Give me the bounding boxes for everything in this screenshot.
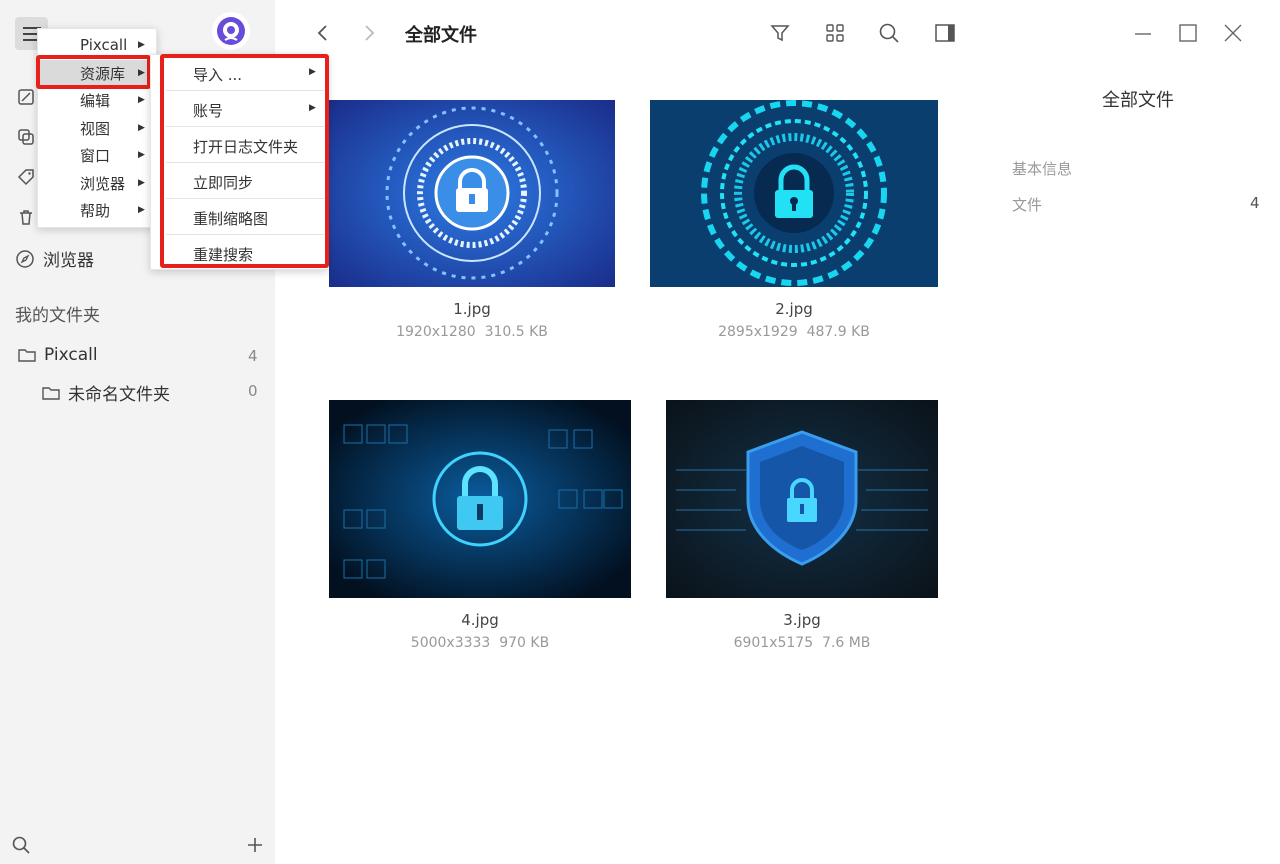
- basic-info-heading: 基本信息: [1012, 160, 1073, 178]
- close-icon: [1224, 24, 1242, 42]
- chevron-left-icon: [317, 25, 327, 41]
- menu-item-window[interactable]: 窗口 ▶: [38, 142, 158, 168]
- trash-icon[interactable]: [15, 206, 37, 228]
- file-thumbnail-2[interactable]: [650, 100, 938, 287]
- shield-image: [666, 400, 938, 598]
- folder-icon: [18, 349, 36, 362]
- search-icon: [12, 836, 30, 854]
- menu-item-help[interactable]: 帮助 ▶: [38, 197, 158, 223]
- sidebar-search-button[interactable]: [11, 835, 31, 855]
- filter-icon: [770, 25, 790, 42]
- info-panel-title: 全部文件: [1102, 90, 1174, 111]
- lock-image: [329, 100, 615, 287]
- lock-image: [650, 100, 938, 287]
- my-folders-heading: 我的文件夹: [15, 306, 100, 326]
- file-name: 4.jpg: [461, 611, 499, 629]
- close-button[interactable]: [1220, 20, 1246, 46]
- toggle-panel-button[interactable]: [932, 20, 958, 46]
- file-thumbnail-3[interactable]: [666, 400, 938, 598]
- chevron-right-icon: ▶: [138, 95, 145, 105]
- minimize-button[interactable]: [1130, 20, 1156, 46]
- avatar[interactable]: [212, 12, 250, 50]
- grid-icon: [826, 24, 844, 42]
- folder-name: 未命名文件夹: [68, 385, 170, 405]
- file-meta: 5000x3333 970 KB: [410, 635, 550, 651]
- highlight-box-submenu: [160, 54, 329, 268]
- avatar-icon: [217, 17, 245, 45]
- highlight-box-library: [36, 55, 151, 89]
- filter-button[interactable]: [767, 20, 793, 46]
- folder-name: Pixcall: [44, 345, 98, 365]
- minimize-icon: [1135, 33, 1151, 35]
- menu-item-view[interactable]: 视图 ▶: [38, 115, 158, 141]
- sidebar-panel-icon: [935, 24, 955, 42]
- file-name: 3.jpg: [783, 611, 821, 629]
- folder-count: 0: [248, 382, 258, 400]
- chevron-right-icon: ▶: [138, 178, 145, 188]
- maximize-button[interactable]: [1175, 20, 1201, 46]
- search-icon: [879, 23, 899, 43]
- chevron-right-icon: [365, 25, 375, 41]
- nav-collection-icon[interactable]: [15, 126, 37, 148]
- chevron-right-icon: ▶: [138, 123, 145, 133]
- file-name: 1.jpg: [453, 300, 491, 318]
- add-folder-button[interactable]: [245, 835, 265, 855]
- maximize-icon: [1179, 24, 1197, 42]
- folder-item-unnamed[interactable]: 未命名文件夹 0: [42, 380, 258, 405]
- chevron-right-icon: ▶: [138, 205, 145, 215]
- sidebar-item-browser[interactable]: 浏览器: [15, 246, 94, 271]
- tag-icon[interactable]: [15, 166, 37, 188]
- page-title: 全部文件: [405, 25, 477, 46]
- folder-item-pixcall[interactable]: Pixcall 4: [18, 345, 258, 365]
- lock-image: [329, 400, 631, 598]
- nav-all-files-icon[interactable]: [15, 86, 37, 108]
- back-button[interactable]: [309, 20, 335, 46]
- search-button[interactable]: [876, 20, 902, 46]
- folder-icon: [42, 386, 60, 400]
- menu-item-edit[interactable]: 编辑 ▶: [38, 87, 158, 113]
- compass-icon: [16, 249, 34, 268]
- sidebar-item-browser-label: 浏览器: [43, 251, 94, 271]
- grid-view-button[interactable]: [822, 20, 848, 46]
- file-meta: 6901x5175 7.6 MB: [733, 635, 871, 651]
- plus-icon: [248, 838, 262, 852]
- file-thumbnail-1[interactable]: [329, 100, 615, 287]
- chevron-right-icon: ▶: [138, 40, 145, 50]
- menu-item-browser[interactable]: 浏览器 ▶: [38, 170, 158, 196]
- files-count: 4: [1250, 194, 1260, 212]
- file-name: 2.jpg: [775, 300, 813, 318]
- file-thumbnail-4[interactable]: [329, 400, 631, 598]
- folder-count: 4: [248, 347, 258, 365]
- chevron-right-icon: ▶: [138, 150, 145, 160]
- files-label: 文件: [1012, 196, 1043, 214]
- file-meta: 1920x1280 310.5 KB: [396, 324, 548, 340]
- forward-button[interactable]: [357, 20, 383, 46]
- file-meta: 2895x1929 487.9 KB: [718, 324, 870, 340]
